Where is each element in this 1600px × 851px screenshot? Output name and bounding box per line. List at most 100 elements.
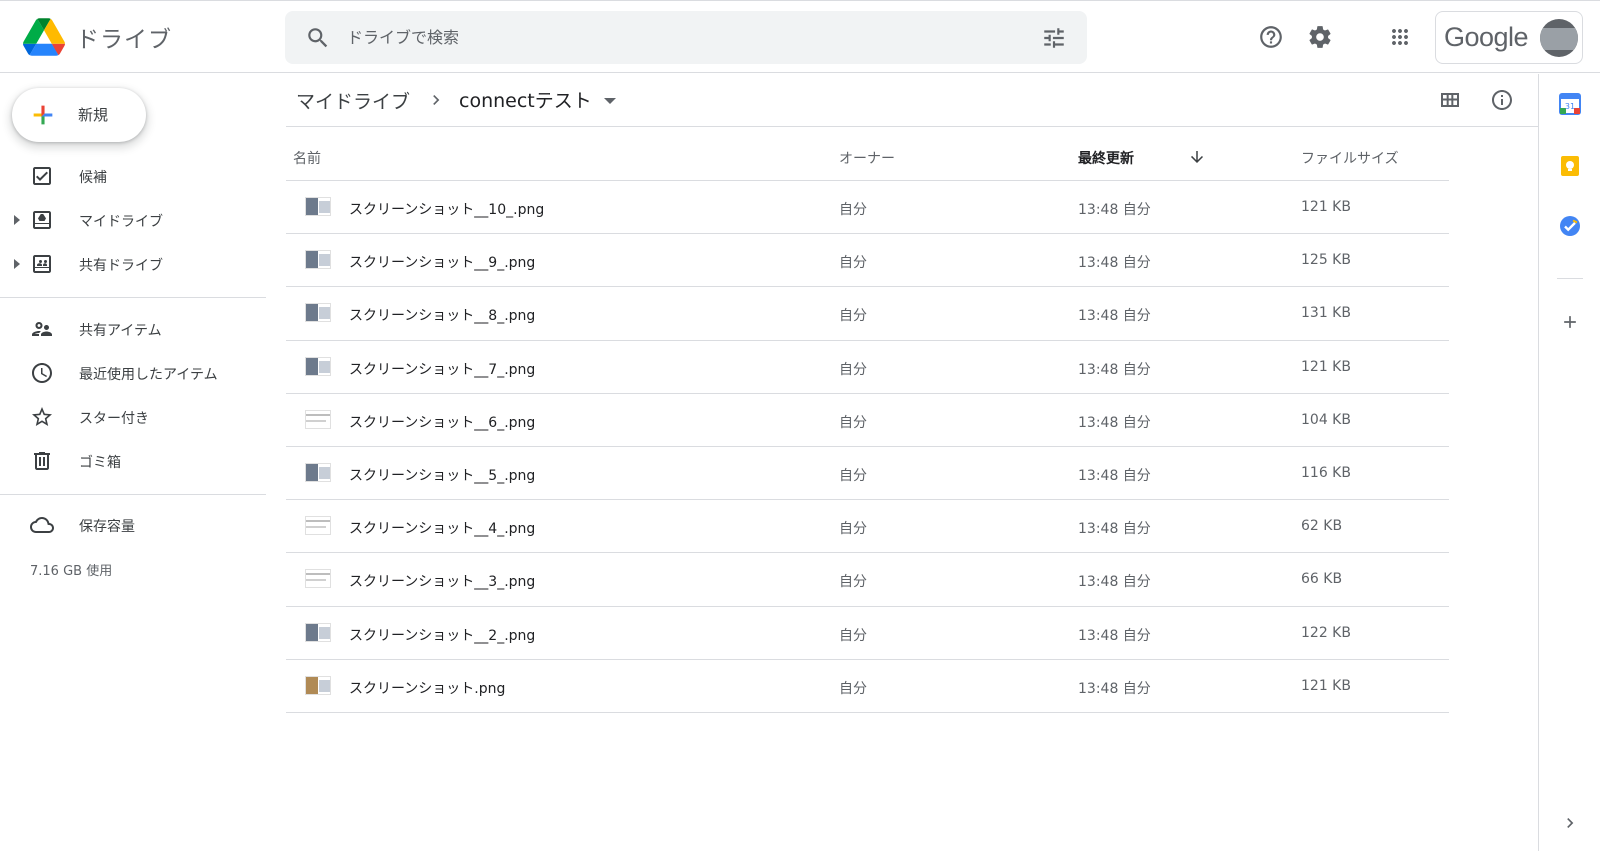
sidebar-item-label: 最近使用したアイテム [79,367,218,383]
image-thumbnail [305,516,331,536]
sidebar-item-label: 候補 [79,170,107,186]
file-name: スクリーンショット__5_.png [349,467,536,484]
search-icon[interactable] [305,25,331,51]
file-table: 名前 オーナー 最終更新 ファイルサイズ スクリーンショット__10_.png … [286,131,1449,713]
image-thumbnail [305,622,331,642]
file-name: スクリーンショット__6_.png [349,414,536,431]
keep-app-button[interactable] [1558,154,1582,178]
table-row[interactable]: スクリーンショット__8_.png 自分 13:48 自分 131 KB [286,287,1449,341]
file-size: 121 KB [1301,677,1351,694]
sidebar-item-shared-drives[interactable]: 共有ドライブ [0,244,266,284]
calendar-icon: 31 [1559,93,1581,115]
file-name: スクリーンショット__7_.png [349,361,536,378]
calendar-app-button[interactable]: 31 [1558,92,1582,116]
file-modified: 13:48 自分 [1078,361,1151,378]
sidebar-item-label: 共有アイテム [79,323,162,339]
search-bar[interactable] [285,11,1087,64]
new-button[interactable]: 新規 [12,88,146,142]
file-modified: 13:48 自分 [1078,255,1151,272]
file-modified: 13:48 自分 [1078,308,1151,325]
check-box-icon [33,167,51,185]
sidebar-item-suggested[interactable]: 候補 [0,156,266,196]
column-header-name[interactable]: 名前 [293,148,321,168]
table-header: 名前 オーナー 最終更新 ファイルサイズ [286,131,1449,181]
file-name: スクリーンショット__10_.png [349,202,545,218]
file-owner: 自分 [839,202,867,218]
google-wordmark: Google [1444,22,1529,52]
drive-logo-icon[interactable] [23,18,65,56]
column-header-last-modified[interactable]: 最終更新 [1078,148,1134,168]
file-name: スクリーンショット__3_.png [349,574,536,591]
account-switcher[interactable]: Google [1435,11,1583,64]
table-row[interactable]: スクリーンショット__3_.png 自分 13:48 自分 66 KB [286,553,1449,607]
table-row[interactable]: スクリーンショット__7_.png 自分 13:48 自分 121 KB [286,341,1449,394]
gear-icon [1309,26,1331,48]
sidebar-item-shared-with-me[interactable]: 共有アイテム [0,309,266,349]
hide-side-panel-button[interactable] [1558,811,1582,835]
table-row[interactable]: スクリーンショット__10_.png 自分 13:48 自分 121 KB [286,181,1449,235]
expand-arrow-icon[interactable] [14,215,20,225]
search-options-icon[interactable] [1041,25,1067,51]
table-row[interactable]: スクリーンショット__2_.png 自分 13:48 自分 122 KB [286,607,1449,660]
apps-grid-icon [1392,29,1408,45]
app-header: ドライブ Google [0,0,1600,73]
people-icon [32,322,52,336]
sidebar-item-label: ゴミ箱 [79,455,121,471]
file-size: 62 KB [1301,518,1343,535]
image-thumbnail [305,462,331,482]
help-icon [1260,26,1282,48]
breadcrumb-root[interactable]: マイドライブ [296,87,410,114]
app-name[interactable]: ドライブ [76,20,172,54]
grid-view-icon [1441,93,1459,107]
table-row[interactable]: スクリーンショット__5_.png 自分 13:48 自分 116 KB [286,447,1449,501]
breadcrumb-current-folder[interactable]: connectテスト [459,86,592,113]
side-panel: 31 [1538,74,1600,851]
table-row[interactable]: スクリーンショット__9_.png 自分 13:48 自分 125 KB [286,234,1449,288]
star-icon [32,407,52,426]
plus-icon [33,105,53,125]
file-owner: 自分 [839,414,867,431]
file-name: スクリーンショット__9_.png [349,255,536,272]
tasks-app-button[interactable] [1558,214,1582,238]
help-button[interactable] [1251,17,1291,57]
sidebar-divider [0,297,266,298]
settings-button[interactable] [1300,17,1340,57]
table-row[interactable]: スクリーンショット__6_.png 自分 13:48 自分 104 KB [286,394,1449,447]
calendar-day: 31 [1565,102,1575,111]
table-row[interactable]: スクリーンショット.png 自分 13:48 自分 121 KB [286,660,1449,713]
sidebar-item-starred[interactable]: スター付き [0,397,266,437]
get-addons-button[interactable] [1558,310,1582,334]
sidebar-item-recent[interactable]: 最近使用したアイテム [0,353,266,393]
sidebar-item-my-drive[interactable]: マイドライブ [0,200,266,240]
cloud-icon [30,517,54,533]
file-owner: 自分 [839,467,867,484]
details-button[interactable] [1486,84,1518,116]
table-row[interactable]: スクリーンショット__4_.png 自分 13:48 自分 62 KB [286,500,1449,554]
file-modified: 13:48 自分 [1078,521,1151,538]
file-size: 121 KB [1301,358,1351,375]
grid-view-button[interactable] [1434,84,1466,116]
sort-descending-icon[interactable] [1188,148,1206,166]
image-thumbnail [305,409,331,429]
file-modified: 13:48 自分 [1078,202,1151,218]
search-input[interactable] [347,11,1007,64]
column-header-file-size[interactable]: ファイルサイズ [1301,148,1399,168]
file-size: 116 KB [1301,464,1351,481]
keep-lightbulb-icon [1561,156,1579,176]
avatar[interactable] [1540,19,1578,57]
file-modified: 13:48 自分 [1078,467,1151,484]
file-size: 125 KB [1301,252,1351,269]
file-name: スクリーンショット__2_.png [349,627,536,644]
file-name: スクリーンショット__8_.png [349,308,536,325]
expand-arrow-icon[interactable] [14,259,20,269]
my-drive-icon [33,211,51,229]
column-header-owner[interactable]: オーナー [839,148,895,168]
sidebar-divider [0,494,266,495]
file-size: 122 KB [1301,624,1351,641]
sidebar-item-trash[interactable]: ゴミ箱 [0,441,266,481]
apps-button[interactable] [1380,17,1420,57]
folder-dropdown-icon[interactable] [604,98,616,104]
image-thumbnail [305,356,331,376]
sidebar-item-storage[interactable]: 保存容量 [0,505,266,545]
image-thumbnail [305,675,331,695]
